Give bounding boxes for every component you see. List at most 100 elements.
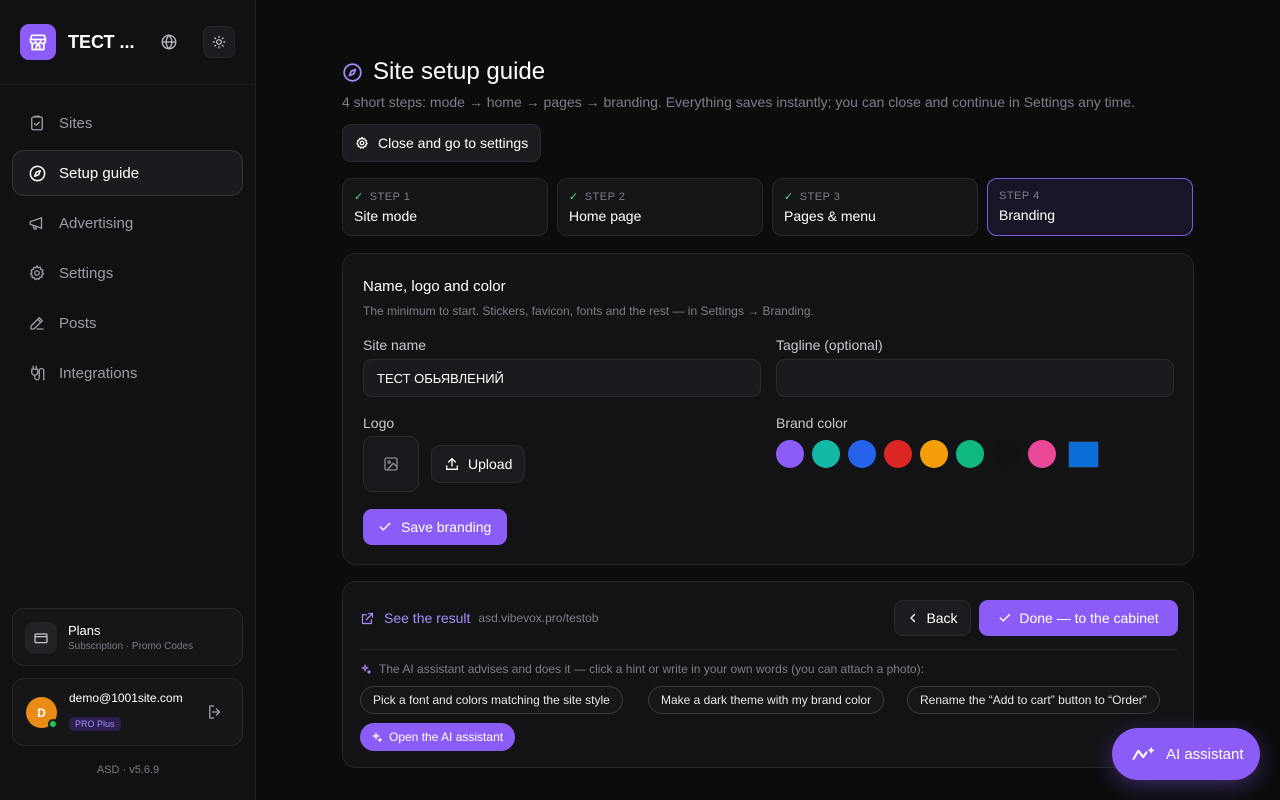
- external-link-icon: [360, 611, 375, 626]
- check-icon: [378, 520, 392, 534]
- save-branding-button[interactable]: Save branding: [363, 509, 508, 545]
- app-version: ASD · v5.6.9: [96, 764, 160, 776]
- globe-icon: [160, 33, 178, 51]
- step-label: STEP 1: [369, 190, 411, 203]
- step-tab-4[interactable]: STEP 4 Branding: [987, 178, 1193, 236]
- back-label: Back: [926, 610, 958, 626]
- color-swatch[interactable]: [776, 440, 804, 468]
- step-name: Home page: [569, 208, 642, 224]
- sidebar-item-settings[interactable]: Settings: [12, 250, 243, 296]
- store-logo-icon[interactable]: [20, 24, 56, 60]
- upload-logo-button[interactable]: Upload: [431, 445, 526, 483]
- compass-icon: [27, 163, 47, 183]
- sidebar-item-label: Posts: [59, 314, 97, 332]
- sidebar-item-label: Setup guide: [59, 164, 140, 182]
- logout-icon[interactable]: [206, 703, 224, 721]
- footer-actions-card: See the result asd.vibevox.pro/testob Ba…: [342, 581, 1194, 768]
- sparkles-icon: [360, 663, 372, 675]
- theme-toggle-button[interactable]: [203, 26, 235, 58]
- step-tab-2[interactable]: ✓ STEP 2 Home page: [557, 178, 763, 236]
- plug-icon: [27, 363, 47, 383]
- site-name[interactable]: ТЕСТ ...: [68, 32, 135, 53]
- step-label: STEP 3: [799, 190, 841, 203]
- see-result-link[interactable]: See the result asd.vibevox.pro/testob: [360, 610, 598, 626]
- sparkles-icon: [371, 731, 383, 743]
- site-url: asd.vibevox.pro/testob: [478, 611, 599, 625]
- ai-hint: The AI assistant advises and does it — c…: [360, 662, 924, 676]
- brand-color-swatches: [776, 440, 1099, 468]
- step-tab-1[interactable]: ✓ STEP 1 Site mode: [342, 178, 548, 236]
- sidebar: ТЕСТ ... Sites Setup guide Advertising S…: [0, 0, 256, 800]
- open-ai-assistant-button[interactable]: Open the AI assistant: [360, 723, 516, 751]
- color-swatch[interactable]: [956, 440, 984, 468]
- compass-icon: [342, 62, 363, 83]
- tagline-label: Tagline (optional): [776, 337, 883, 353]
- ai-suggestion-chip[interactable]: Make a dark theme with my brand color: [648, 686, 885, 714]
- check-icon: [998, 611, 1012, 625]
- gear-icon: [27, 263, 47, 283]
- plans-title: Plans: [68, 623, 101, 638]
- page-subtitle: 4 short steps: mode → home → pages → bra…: [342, 94, 1135, 110]
- ai-sparkle-icon: [1132, 746, 1156, 762]
- sidebar-item-integrations[interactable]: Integrations: [12, 350, 243, 396]
- logo-preview[interactable]: [363, 436, 419, 492]
- sidebar-item-setup-guide[interactable]: Setup guide: [12, 150, 243, 196]
- check-icon: ✓: [784, 191, 794, 203]
- language-button[interactable]: [153, 26, 185, 58]
- megaphone-icon: [27, 213, 47, 233]
- pencil-icon: [27, 313, 47, 333]
- color-swatch[interactable]: [812, 440, 840, 468]
- color-swatch[interactable]: [992, 440, 1020, 468]
- sidebar-item-label: Settings: [59, 264, 114, 282]
- site-name-input[interactable]: ТЕСТ ОБЬЯВЛЕНИЙ: [363, 359, 761, 397]
- open-ai-label: Open the AI assistant: [389, 730, 504, 744]
- sidebar-item-sites[interactable]: Sites: [12, 100, 243, 146]
- step-name: Site mode: [354, 208, 418, 224]
- ai-suggestion-chip[interactable]: Rename the “Add to cart” button to “Orde…: [907, 686, 1160, 714]
- ai-suggestion-chip[interactable]: Pick a font and colors matching the site…: [360, 686, 623, 714]
- ai-assistant-button[interactable]: AI assistant: [1112, 728, 1260, 780]
- branding-heading: Name, logo and color: [363, 278, 506, 295]
- sidebar-item-posts[interactable]: Posts: [12, 300, 243, 346]
- online-indicator: [48, 719, 58, 729]
- logo-label: Logo: [363, 415, 395, 431]
- save-branding-label: Save branding: [401, 519, 492, 535]
- gear-icon: [355, 136, 369, 150]
- check-icon: ✓: [354, 191, 364, 203]
- tagline-input[interactable]: [776, 359, 1174, 397]
- brand-color-label: Brand color: [776, 415, 848, 431]
- step-label: STEP 4: [999, 190, 1040, 202]
- plans-card[interactable]: Plans Subscription · Promo Codes: [12, 608, 243, 666]
- step-label: STEP 2: [584, 190, 626, 203]
- done-button[interactable]: Done — to the cabinet: [979, 600, 1178, 636]
- user-email: demo@1001site.com: [69, 691, 183, 705]
- sidebar-nav: Sites Setup guide Advertising Settings P…: [12, 100, 243, 400]
- sun-icon: [212, 35, 226, 49]
- step-tab-3[interactable]: ✓ STEP 3 Pages & menu: [772, 178, 978, 236]
- branding-card: Name, logo and color The minimum to star…: [342, 253, 1194, 565]
- done-label: Done — to the cabinet: [1019, 610, 1159, 626]
- sidebar-header: ТЕСТ ...: [0, 0, 255, 85]
- plans-subtitle: Subscription · Promo Codes: [68, 641, 194, 652]
- sidebar-item-label: Sites: [59, 114, 93, 132]
- check-icon: ✓: [569, 191, 579, 203]
- sidebar-item-advertising[interactable]: Advertising: [12, 200, 243, 246]
- page-header: Site setup guide: [342, 58, 545, 86]
- close-and-go-to-settings-button[interactable]: Close and go to settings: [342, 124, 542, 162]
- step-tabs: ✓ STEP 1 Site mode ✓ STEP 2 Home page ✓ STE…: [342, 178, 1193, 236]
- clipboard-icon: [27, 113, 47, 133]
- credit-card-icon: [25, 622, 57, 654]
- image-icon: [382, 455, 400, 473]
- user-card: D demo@1001site.com PRO Plus: [12, 678, 243, 746]
- sidebar-item-label: Integrations: [59, 364, 138, 382]
- custom-color-picker[interactable]: [1068, 440, 1099, 468]
- back-button[interactable]: Back: [894, 600, 971, 636]
- color-swatch[interactable]: [848, 440, 876, 468]
- step-name: Branding: [999, 207, 1056, 223]
- color-swatch[interactable]: [1028, 440, 1056, 468]
- upload-icon: [444, 456, 460, 472]
- see-result-label: See the result: [384, 610, 471, 626]
- color-swatch[interactable]: [884, 440, 912, 468]
- site-name-label: Site name: [363, 337, 427, 353]
- color-swatch[interactable]: [920, 440, 948, 468]
